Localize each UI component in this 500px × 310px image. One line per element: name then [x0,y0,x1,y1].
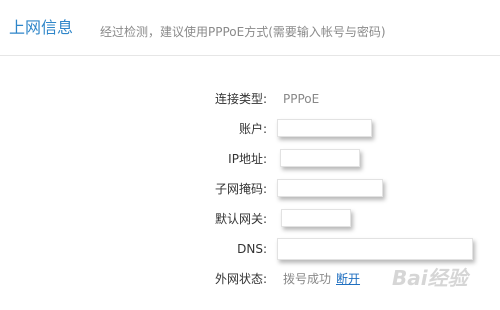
header-divider [0,55,500,56]
account-label: 账户: [238,122,267,136]
wan-status-label: 外网状态: [214,272,267,286]
ip-address-label: IP地址: [228,152,267,166]
row-dns: DNS: [0,238,500,260]
disconnect-link[interactable]: 断开 [336,271,360,287]
subnet-mask-field[interactable] [277,179,383,197]
dns-label: DNS: [237,242,267,256]
row-gateway: 默认网关: [0,208,500,230]
row-account: 账户: [0,118,500,140]
row-subnet: 子网掩码: [0,178,500,200]
header-description: 经过检测，建议使用PPPoE方式(需要输入帐号与密码) [100,25,386,39]
wan-status-value: 拨号成功 [283,272,332,286]
row-connection-type: 连接类型: PPPoE [0,88,500,110]
page-title: 上网信息 [9,18,74,37]
gateway-field[interactable] [281,209,351,227]
connection-type-label: 连接类型: [214,92,267,106]
ip-address-field[interactable] [280,149,360,167]
dns-field[interactable] [277,238,473,260]
gateway-label: 默认网关: [214,212,267,226]
connection-type-value: PPPoE [283,92,320,106]
subnet-mask-label: 子网掩码: [214,182,267,196]
account-field[interactable] [277,119,372,137]
watermark-logo: Bai经验 [392,266,468,290]
row-ip: IP地址: [0,148,500,170]
